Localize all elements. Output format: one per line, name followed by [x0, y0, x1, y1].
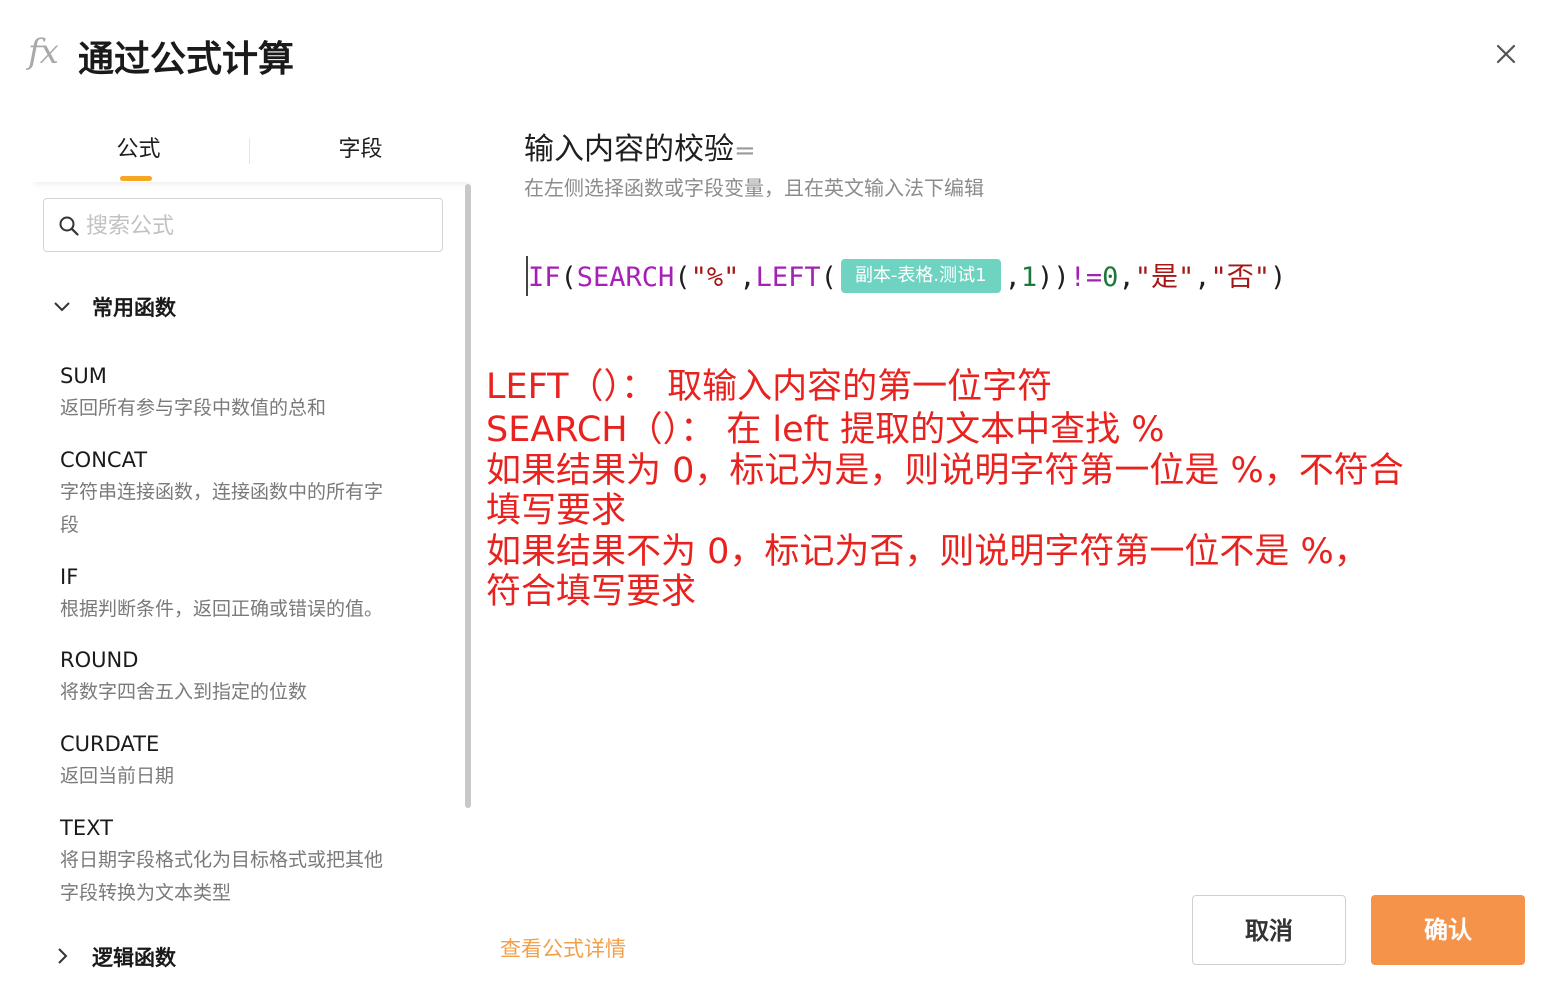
- formula-input[interactable]: IF(SEARCH("%",LEFT(副本-表格.测试1,1))!=0,"是",…: [526, 256, 1287, 298]
- function-panel: 公式 字段 常用函数 SUM 返回所有参与字段中数值的总和 CONCAT 字符串…: [28, 118, 474, 1008]
- annotation-line: 如果结果不为 0，标记为否，则说明字符第一位不是 %，: [486, 532, 1369, 572]
- function-name: CURDATE: [60, 732, 160, 756]
- function-desc: 将数字四舍五入到指定的位数: [60, 681, 308, 703]
- formula-punctuation: (: [560, 262, 577, 293]
- active-tab-indicator: [120, 176, 152, 181]
- chevron-down-icon: [54, 302, 70, 312]
- function-item-sum[interactable]: SUM 返回所有参与字段中数值的总和: [60, 360, 430, 425]
- formula-operator-token: !=: [1069, 262, 1103, 293]
- function-name: CONCAT: [60, 448, 148, 472]
- formula-punctuation: ,: [1004, 262, 1021, 293]
- function-item-curdate[interactable]: CURDATE 返回当前日期: [60, 728, 430, 793]
- formula-number-token: 1: [1020, 262, 1038, 293]
- close-icon[interactable]: [1490, 38, 1522, 70]
- function-item-if[interactable]: IF 根据判断条件，返回正确或错误的值。: [60, 561, 430, 626]
- target-field-name: 输入内容的校验: [524, 132, 734, 167]
- annotation-note: LEFT（）： 取输入内容的第一位字符 SEARCH（）： 在 left 提取的…: [486, 366, 1546, 614]
- function-list-scrollbar[interactable]: [465, 184, 471, 808]
- function-desc: 字符串连接函数，连接函数中的所有字: [60, 481, 384, 503]
- formula-punctuation: ): [1270, 262, 1287, 293]
- formula-punctuation: ,: [1194, 262, 1211, 293]
- function-desc: 返回所有参与字段中数值的总和: [60, 397, 327, 419]
- function-item-concat[interactable]: CONCAT 字符串连接函数，连接函数中的所有字 段: [60, 444, 430, 542]
- field-variable-chip[interactable]: 副本-表格.测试1: [840, 258, 1001, 293]
- search-input[interactable]: [84, 207, 438, 245]
- formula-punctuation: (: [820, 262, 837, 293]
- formula-function-token: LEFT: [755, 262, 821, 293]
- function-item-round[interactable]: ROUND 将数字四舍五入到指定的位数: [60, 644, 430, 709]
- formula-string-token: "是": [1134, 262, 1195, 293]
- search-icon: [59, 216, 79, 236]
- formula-editor-panel: 输入内容的校验= 在左侧选择函数或字段变量，且在英文输入法下编辑 IF(SEAR…: [476, 110, 1564, 1008]
- dialog-header: fx 通过公式计算: [0, 0, 1564, 110]
- view-formula-details-link[interactable]: 查看公式详情: [500, 933, 626, 963]
- fx-icon: fx: [28, 32, 59, 72]
- dialog-title: 通过公式计算: [78, 39, 295, 80]
- target-field-label: 输入内容的校验=: [524, 124, 756, 168]
- function-desc: 根据判断条件，返回正确或错误的值。: [60, 598, 384, 620]
- group-label: 常用函数: [92, 296, 176, 320]
- formula-string-token: "否": [1210, 262, 1270, 293]
- annotation-line: 如果结果为 0，标记为是，则说明字符第一位是 %，不符合: [486, 451, 1404, 491]
- confirm-button[interactable]: 确认: [1371, 895, 1525, 965]
- chevron-right-icon: [58, 948, 68, 964]
- formula-string-token: "%": [690, 262, 740, 293]
- cancel-button[interactable]: 取消: [1192, 895, 1346, 965]
- formula-punctuation: ,: [1118, 262, 1135, 293]
- function-name: SUM: [60, 364, 107, 388]
- formula-punctuation: ,: [739, 262, 756, 293]
- annotation-line: LEFT（）： 取输入内容的第一位字符: [486, 367, 1053, 407]
- panel-tabs: 公式 字段: [28, 118, 474, 182]
- function-item-text[interactable]: TEXT 将日期字段格式化为目标格式或把其他 字段转换为文本类型: [60, 812, 430, 910]
- function-desc: 字段转换为文本类型: [60, 882, 232, 904]
- formula-punctuation: (: [674, 262, 691, 293]
- tab-formula[interactable]: 公式: [28, 118, 249, 182]
- annotation-line: SEARCH（）： 在 left 提取的文本中查找 %: [486, 410, 1165, 450]
- function-name: TEXT: [60, 816, 113, 840]
- search-box: [43, 198, 443, 252]
- formula-function-token: IF: [528, 262, 561, 293]
- text-cursor: [526, 256, 528, 296]
- function-desc: 段: [60, 514, 80, 536]
- function-name: ROUND: [60, 648, 139, 672]
- formula-function-token: SEARCH: [576, 262, 675, 293]
- tab-field[interactable]: 字段: [250, 118, 471, 182]
- function-desc: 将日期字段格式化为目标格式或把其他: [60, 849, 384, 871]
- formula-number-token: 0: [1102, 262, 1119, 293]
- group-label: 逻辑函数: [92, 946, 176, 970]
- editor-hint: 在左侧选择函数或字段变量，且在英文输入法下编辑: [524, 176, 984, 200]
- annotation-line: 符合填写要求: [486, 572, 697, 612]
- function-name: IF: [60, 565, 79, 589]
- equals-sign: =: [734, 136, 756, 166]
- function-desc: 返回当前日期: [60, 765, 175, 787]
- annotation-line: 填写要求: [486, 491, 627, 531]
- formula-punctuation: )): [1037, 262, 1070, 293]
